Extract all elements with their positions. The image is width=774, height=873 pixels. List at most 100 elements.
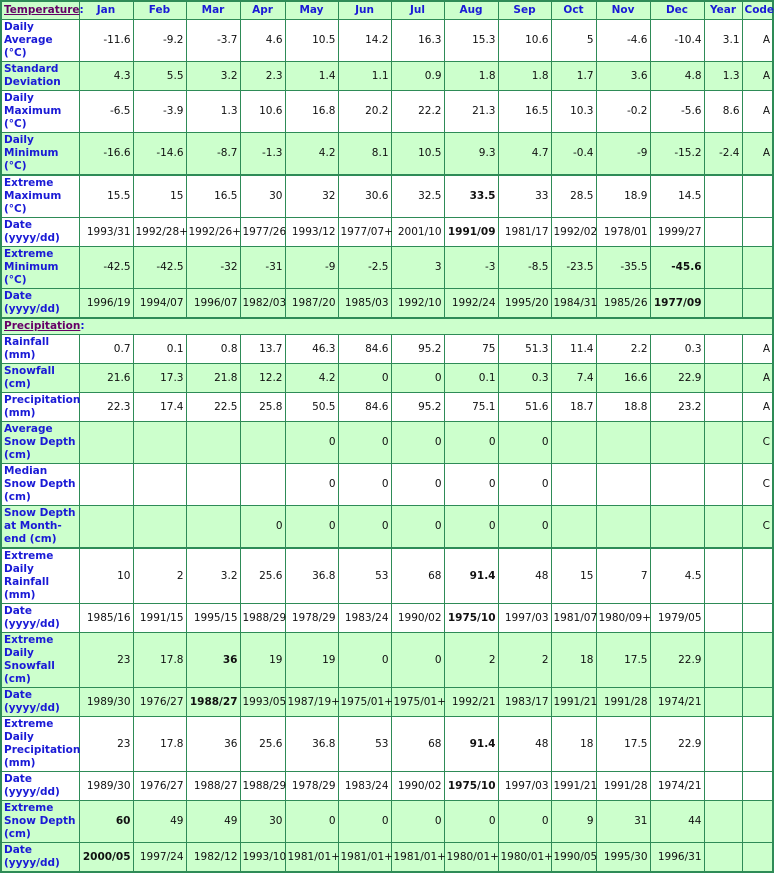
cell-aug: 91.4 (443, 716, 499, 772)
row-label: Date (yyyy/dd) (0, 687, 80, 717)
cell-aug: 1992/21 (443, 687, 499, 717)
cell-code: A (741, 132, 774, 176)
cell-sep: 10.6 (497, 19, 552, 62)
cell-apr: 25.6 (239, 547, 286, 604)
cell-oct: 5 (550, 19, 597, 62)
cell-jul: 68 (390, 716, 445, 772)
cell-dec: 1974/21 (649, 771, 705, 801)
table-row: Average Snow Depth (cm) 0 0 0 0 0 C (0, 421, 774, 464)
cell-aug: 1992/24 (443, 288, 499, 319)
cell-year (703, 363, 743, 393)
cell-feb: 1992/28+ (132, 217, 188, 247)
cell-mar: 1992/26+ (185, 217, 241, 247)
cell-jan: 1985/16 (78, 603, 134, 633)
cell-jan: 10 (78, 547, 134, 604)
cell-code: A (741, 19, 774, 62)
cell-jul: 3 (390, 246, 445, 289)
cell-jan: -16.6 (78, 132, 134, 176)
cell-oct: 18 (550, 716, 597, 772)
cell-aug: 75 (443, 334, 499, 364)
cell-jan: 1989/30 (78, 687, 134, 717)
cell-apr: 1977/26 (239, 217, 286, 247)
cell-feb: 17.8 (132, 632, 187, 688)
cell-sep: 1981/17 (497, 217, 552, 247)
column-header-jul: Jul (390, 0, 445, 20)
row-label: Snow Depth at Month-end (cm) (0, 505, 80, 549)
cell-nov: 1980/09+ (595, 603, 651, 633)
cell-jun: 1981/01+ (337, 842, 393, 873)
cell-may: 0 (284, 421, 339, 464)
cell-jun: 53 (337, 547, 392, 604)
cell-year (703, 547, 743, 604)
cell-oct (550, 421, 597, 464)
cell-nov: 1991/28 (595, 687, 651, 717)
row-label: Extreme Minimum (°C) (0, 246, 80, 289)
table-row: Standard Deviation 4.3 5.5 3.2 2.3 1.4 1.1 0.9 1… (0, 61, 774, 91)
cell-year (703, 771, 743, 801)
temperature-link[interactable]: Temperature (4, 4, 80, 16)
cell-jan (78, 463, 134, 506)
table-row: Date (yyyy/dd) 1993/31 1992/28+ 1992/26+ 197… (0, 217, 774, 247)
row-label: Extreme Daily Rainfall (mm) (0, 547, 80, 604)
cell-code: A (741, 363, 774, 393)
cell-oct: 1992/02 (550, 217, 597, 247)
cell-apr: 30 (239, 800, 286, 843)
cell-sep: 1997/03 (497, 603, 552, 633)
cell-mar: 22.5 (185, 392, 241, 422)
cell-nov: 2.2 (595, 334, 651, 364)
cell-aug: 91.4 (443, 547, 499, 604)
cell-may: 36.8 (284, 716, 339, 772)
column-header-jan: Jan (78, 0, 134, 20)
cell-dec: 22.9 (649, 632, 705, 688)
cell-nov: 16.6 (595, 363, 651, 393)
cell-dec: 44 (649, 800, 705, 843)
table-row: Date (yyyy/dd) 1989/30 1976/27 1988/27 1988/… (0, 771, 774, 801)
cell-oct: 18 (550, 632, 597, 688)
cell-aug: 1991/09 (443, 217, 499, 247)
column-header-may: May (284, 0, 339, 20)
cell-sep: 1.8 (497, 61, 552, 91)
cell-feb: 1991/15 (132, 603, 187, 633)
cell-mar: 36 (185, 632, 241, 688)
cell-jun: 8.1 (337, 132, 392, 176)
cell-jul: 68 (390, 547, 445, 604)
cell-nov: 17.5 (595, 632, 651, 688)
cell-jun: 0 (337, 800, 392, 843)
cell-mar: 36 (185, 716, 241, 772)
cell-apr: 30 (239, 174, 286, 218)
cell-jul: 1990/02 (390, 603, 445, 633)
table-row: Rainfall (mm) 0.7 0.1 0.8 13.7 46.3 84.6 95.2 75… (0, 334, 774, 364)
cell-mar: 1982/12 (185, 842, 241, 873)
column-header-feb: Feb (132, 0, 187, 20)
cell-jun: 0 (337, 632, 392, 688)
cell-sep: 51.3 (497, 334, 552, 364)
cell-feb (132, 505, 187, 549)
cell-jan (78, 421, 134, 464)
cell-dec: -10.4 (649, 19, 705, 62)
cell-jun: 1983/24 (337, 603, 392, 633)
cell-nov: 3.6 (595, 61, 651, 91)
cell-code (741, 800, 774, 843)
precipitation-link[interactable]: Precipitation (4, 320, 80, 332)
table-row: Date (yyyy/dd) 2000/05 1997/24 1982/12 1993/… (0, 842, 774, 873)
cell-sep: 2 (497, 632, 552, 688)
table-row: Date (yyyy/dd) 1989/30 1976/27 1988/27 1993/… (0, 687, 774, 717)
cell-code: A (741, 334, 774, 364)
cell-sep: 16.5 (497, 90, 552, 133)
cell-year (703, 603, 743, 633)
cell-apr (239, 421, 286, 464)
cell-mar: -32 (185, 246, 241, 289)
cell-apr: 1988/29 (239, 603, 286, 633)
cell-nov: 1995/30 (595, 842, 651, 873)
cell-nov: 1985/26 (595, 288, 651, 319)
column-header-sep: Sep (497, 0, 552, 20)
cell-jan: 23 (78, 632, 134, 688)
row-label: Extreme Daily Snowfall (cm) (0, 632, 80, 688)
cell-jan: 21.6 (78, 363, 134, 393)
cell-code: A (741, 392, 774, 422)
row-label: Rainfall (mm) (0, 334, 80, 364)
cell-feb: -14.6 (132, 132, 187, 176)
cell-jun: 0 (337, 505, 392, 549)
climate-normals-table: Temperature: Jan Feb Mar Apr May Jun Jul Aug Sep… (0, 0, 774, 873)
cell-apr: 25.8 (239, 392, 286, 422)
